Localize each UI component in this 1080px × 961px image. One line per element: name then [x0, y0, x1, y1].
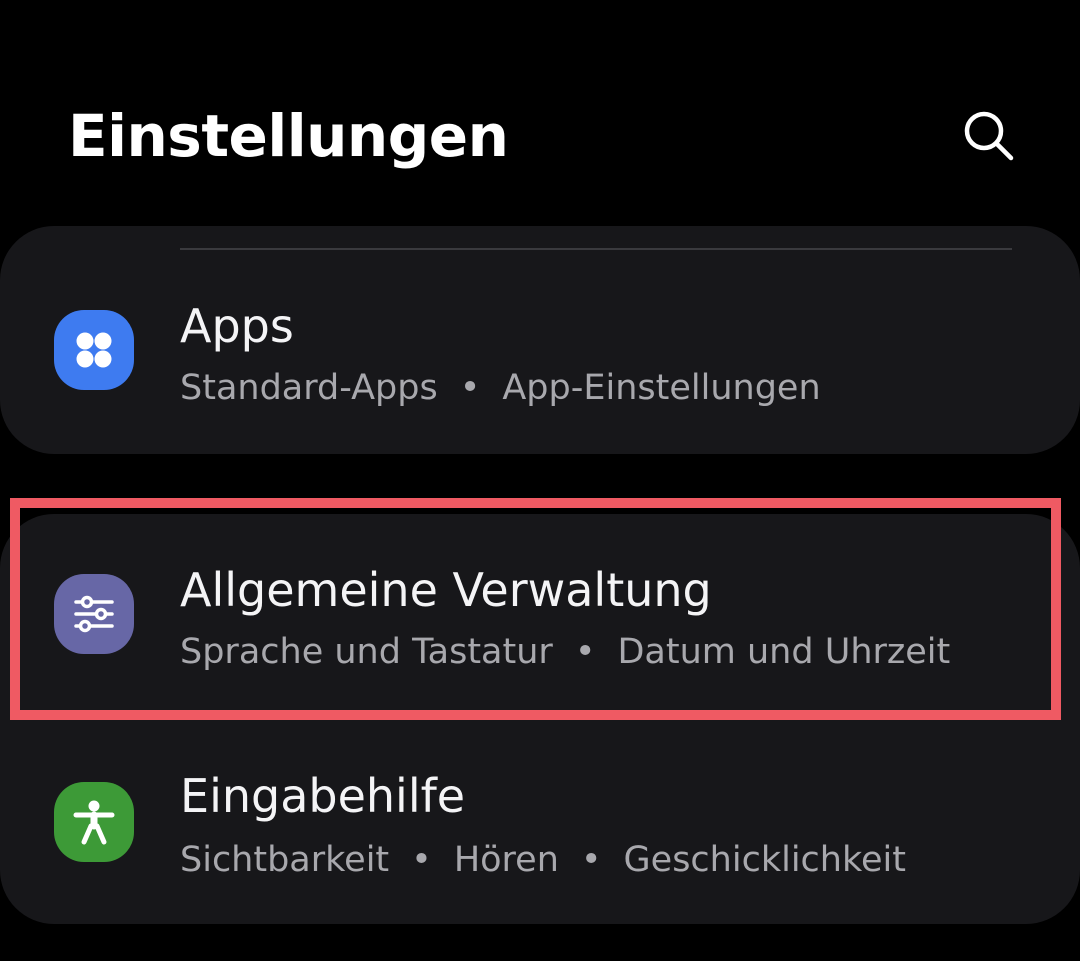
- settings-item-subtitle: Standard-Apps • App-Einstellungen: [180, 366, 821, 410]
- search-icon: [964, 111, 1014, 161]
- subtitle-part: App-Einstellungen: [502, 368, 821, 408]
- accessibility-person-icon: [54, 782, 134, 862]
- settings-item-title: Eingabehilfe: [180, 769, 466, 823]
- settings-item-subtitle: Sprache und Tastatur • Datum und Uhrzeit: [180, 630, 950, 674]
- settings-item-title: Apps: [180, 299, 294, 353]
- settings-item-general-management[interactable]: Allgemeine Verwaltung Sprache und Tastat…: [0, 514, 1080, 720]
- sliders-icon: [54, 574, 134, 654]
- page-title: Einstellungen: [68, 102, 509, 170]
- subtitle-part: Geschicklichkeit: [623, 840, 906, 880]
- settings-item-accessibility[interactable]: Eingabehilfe Sichtbarkeit • Hören • Geschick…: [0, 720, 1080, 924]
- settings-card-system: Allgemeine Verwaltung Sprache und Tastat…: [0, 514, 1080, 924]
- subtitle-separator: •: [459, 368, 481, 408]
- apps-grid-icon: [54, 310, 134, 390]
- subtitle-part: Hören: [453, 840, 559, 880]
- settings-item-apps[interactable]: Apps Standard-Apps • App-Einstellungen: [0, 226, 1080, 454]
- settings-item-subtitle: Sichtbarkeit • Hören • Geschicklichkeit: [180, 838, 906, 882]
- settings-item-title: Allgemeine Verwaltung: [180, 563, 712, 617]
- subtitle-separator: •: [411, 840, 432, 880]
- subtitle-separator: •: [574, 632, 596, 672]
- subtitle-part: Standard-Apps: [180, 368, 438, 408]
- subtitle-part: Datum und Uhrzeit: [617, 632, 951, 672]
- subtitle-part: Sprache und Tastatur: [180, 632, 553, 672]
- subtitle-separator: •: [580, 840, 602, 880]
- settings-card-apps: Apps Standard-Apps • App-Einstellungen: [0, 226, 1080, 454]
- subtitle-part: Sichtbarkeit: [180, 840, 390, 880]
- search-button[interactable]: [950, 100, 1028, 172]
